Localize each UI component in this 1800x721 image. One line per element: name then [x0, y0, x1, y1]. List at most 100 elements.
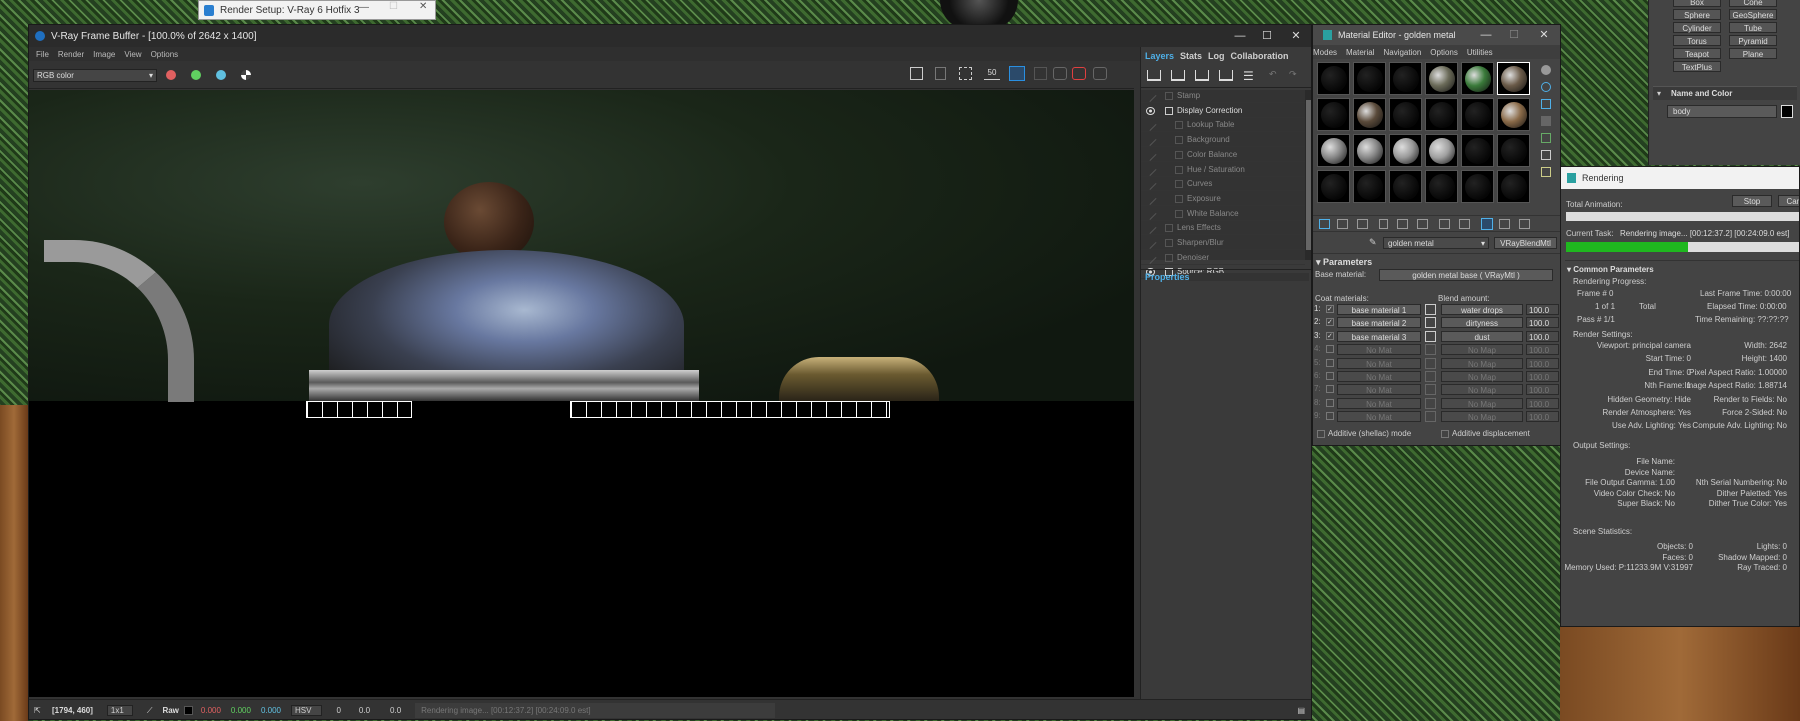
- additive-shellac-checkbox[interactable]: Additive (shellac) mode: [1317, 429, 1411, 438]
- log-icon[interactable]: ▤: [1297, 706, 1305, 715]
- coat-material-button[interactable]: No Mat: [1337, 371, 1421, 382]
- add-layer-icon[interactable]: [1147, 70, 1161, 81]
- menu-file[interactable]: File: [36, 50, 49, 59]
- layer-item[interactable]: Background: [1141, 134, 1305, 148]
- background-icon[interactable]: [1541, 99, 1551, 109]
- blue-channel-icon[interactable]: [216, 70, 226, 80]
- track-mouse-icon[interactable]: [1009, 66, 1025, 81]
- color-swatch[interactable]: [1425, 304, 1436, 315]
- rendering-title-bar[interactable]: Rendering: [1561, 167, 1799, 189]
- eye-hidden-icon[interactable]: [1144, 148, 1157, 161]
- region-render-icon[interactable]: [959, 67, 972, 80]
- layer-item[interactable]: Curves: [1141, 178, 1305, 192]
- material-slot[interactable]: [1425, 98, 1458, 131]
- material-slot[interactable]: [1461, 170, 1494, 203]
- blend-map-button[interactable]: No Map: [1441, 344, 1523, 356]
- stop-render-icon[interactable]: [1072, 67, 1086, 80]
- material-slot[interactable]: [1425, 62, 1458, 95]
- lock-icon[interactable]: [1034, 67, 1047, 80]
- menu-render[interactable]: Render: [58, 50, 84, 59]
- object-button-sphere[interactable]: Sphere: [1673, 9, 1721, 20]
- checkbox-icon[interactable]: [1326, 412, 1334, 421]
- close-icon[interactable]: ✕: [1531, 25, 1557, 45]
- render-setup-window[interactable]: Render Setup: V-Ray 6 Hotfix 3 — ☐ ✕: [198, 0, 436, 20]
- cancel-button[interactable]: Cance: [1778, 195, 1799, 207]
- save-icon[interactable]: [910, 67, 923, 80]
- minimize-icon[interactable]: —: [1227, 25, 1253, 47]
- blend-amount-spinner[interactable]: 100.0: [1526, 317, 1559, 329]
- coat-material-button[interactable]: No Mat: [1337, 344, 1421, 356]
- material-editor-window[interactable]: Material Editor - golden metal — ☐ ✕ Mod…: [1312, 24, 1561, 446]
- alpha-channel-icon[interactable]: [241, 70, 251, 80]
- color-swatch[interactable]: [1425, 317, 1436, 329]
- layer-item[interactable]: White Balance: [1141, 207, 1305, 221]
- checkbox-checked-icon[interactable]: ✓: [1326, 305, 1334, 313]
- object-button-geosphere[interactable]: GeoSphere: [1729, 9, 1777, 20]
- eye-hidden-icon[interactable]: [1144, 192, 1157, 205]
- backlight-icon[interactable]: [1541, 82, 1551, 92]
- material-slot[interactable]: [1317, 62, 1350, 95]
- minimize-icon[interactable]: —: [1473, 25, 1499, 45]
- menu-view[interactable]: View: [124, 50, 141, 59]
- maximize-icon[interactable]: ☐: [389, 1, 398, 12]
- blend-map-button[interactable]: water drops: [1441, 304, 1523, 315]
- eyedropper-icon[interactable]: ✎: [1369, 237, 1377, 248]
- coat-material-button[interactable]: No Mat: [1337, 397, 1421, 409]
- checkbox-icon[interactable]: [1326, 345, 1334, 354]
- material-slot[interactable]: [1461, 62, 1494, 95]
- redo-icon[interactable]: ↷: [1289, 69, 1297, 80]
- checkbox-icon[interactable]: [1326, 358, 1334, 367]
- material-slot[interactable]: [1317, 170, 1350, 203]
- menu-options[interactable]: Options: [151, 50, 179, 59]
- eye-hidden-icon[interactable]: [1144, 207, 1157, 220]
- checkbox-icon[interactable]: [1326, 372, 1334, 380]
- minimize-icon[interactable]: —: [359, 2, 369, 13]
- menu-modes[interactable]: Modes: [1313, 48, 1337, 57]
- color-swatch[interactable]: [1425, 411, 1436, 423]
- put-to-scene-icon[interactable]: [1337, 219, 1348, 229]
- material-slot[interactable]: [1425, 170, 1458, 203]
- checkbox-checked-icon[interactable]: ✓: [1326, 331, 1334, 340]
- pixel-info-icon[interactable]: ⇱: [34, 706, 44, 715]
- material-slot[interactable]: [1389, 98, 1422, 131]
- layer-item[interactable]: Display Correction: [1141, 105, 1305, 118]
- menu-navigation[interactable]: Navigation: [1383, 48, 1421, 57]
- layer-item[interactable]: Color Balance: [1141, 148, 1305, 162]
- reset-map-icon[interactable]: [1379, 219, 1388, 229]
- color-swatch[interactable]: [1425, 371, 1436, 382]
- object-button-cylinder[interactable]: Cylinder: [1673, 22, 1721, 33]
- object-button-box[interactable]: Box: [1673, 0, 1721, 7]
- tab-stats[interactable]: Stats: [1180, 51, 1202, 61]
- video-check-icon[interactable]: [1541, 133, 1551, 143]
- material-name-field[interactable]: golden metal ▾: [1383, 237, 1489, 249]
- layer-item[interactable]: Exposure: [1141, 192, 1305, 206]
- blend-map-button[interactable]: No Map: [1441, 357, 1523, 369]
- eye-hidden-icon[interactable]: [1144, 251, 1157, 264]
- zoom-select[interactable]: 1x1: [106, 705, 133, 716]
- green-channel-icon[interactable]: [191, 70, 201, 80]
- material-slot[interactable]: [1389, 134, 1422, 167]
- material-slot[interactable]: [1389, 62, 1422, 95]
- layer-item[interactable]: Lens Effects: [1141, 222, 1305, 236]
- rollout-toggle-icon[interactable]: ▾: [1567, 265, 1571, 274]
- get-material-icon[interactable]: [1319, 219, 1330, 229]
- color-swatch[interactable]: [1425, 344, 1436, 356]
- render-image[interactable]: [29, 90, 1134, 697]
- layer-item[interactable]: Lookup Table: [1141, 119, 1305, 133]
- object-button-tube[interactable]: Tube: [1729, 22, 1777, 33]
- layer-item[interactable]: Stamp: [1141, 89, 1305, 103]
- material-slot[interactable]: [1353, 134, 1386, 167]
- object-name-field[interactable]: body: [1667, 105, 1777, 118]
- tab-log[interactable]: Log: [1208, 51, 1225, 61]
- go-parent-icon[interactable]: [1499, 219, 1510, 229]
- blend-amount-spinner[interactable]: 100.0: [1526, 330, 1559, 342]
- menu-image[interactable]: Image: [93, 50, 115, 59]
- blend-map-button[interactable]: No Map: [1441, 397, 1523, 409]
- material-slot[interactable]: [1461, 98, 1494, 131]
- tab-layers[interactable]: Layers: [1145, 51, 1174, 61]
- additive-displacement-checkbox[interactable]: Additive displacement: [1441, 429, 1530, 438]
- close-icon[interactable]: ✕: [419, 1, 427, 12]
- red-channel-icon[interactable]: [166, 70, 176, 80]
- color-space-select[interactable]: HSV: [290, 705, 323, 716]
- show-end-result-icon[interactable]: [1481, 218, 1493, 230]
